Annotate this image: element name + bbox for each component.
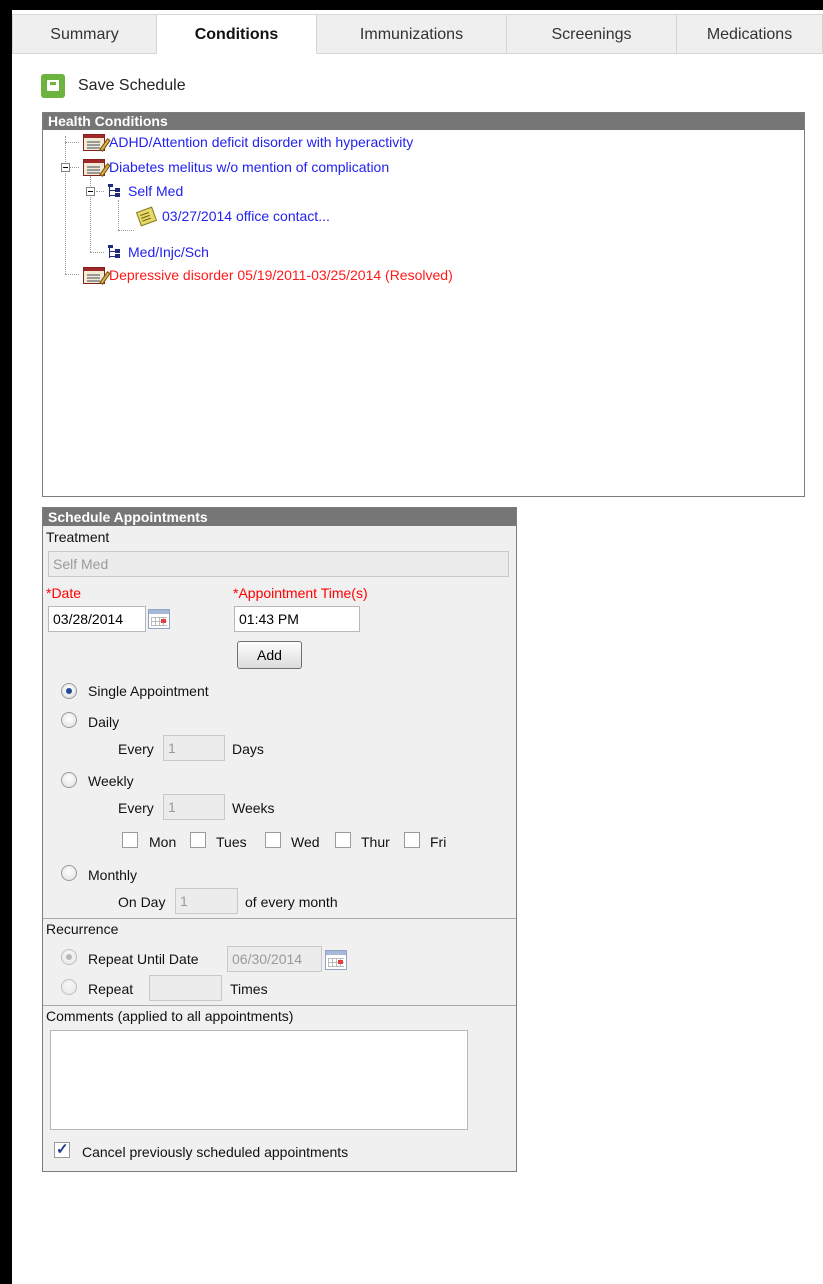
repeat-until-date-label: Repeat Until Date bbox=[88, 951, 199, 967]
weekday-checkbox-fri[interactable] bbox=[404, 832, 420, 848]
tree-node-label: Med/Injc/Sch bbox=[128, 244, 209, 260]
calendar-icon[interactable] bbox=[148, 609, 170, 629]
repeat-until-date-radio[interactable] bbox=[61, 949, 77, 965]
date-field[interactable] bbox=[48, 606, 146, 632]
tab-conditions[interactable]: Conditions bbox=[157, 14, 317, 54]
tree-node-label: Diabetes melitus w/o mention of complica… bbox=[109, 159, 390, 175]
times-label: Times bbox=[230, 981, 268, 997]
repeat-label: Repeat bbox=[88, 981, 134, 997]
tab-summary[interactable]: Summary bbox=[12, 14, 157, 54]
tab-medications[interactable]: Medications bbox=[677, 14, 823, 54]
tab-screenings[interactable]: Screenings bbox=[507, 14, 677, 54]
health-condition-icon bbox=[81, 157, 111, 177]
weekly-every-field[interactable] bbox=[163, 794, 225, 820]
calendar-icon[interactable] bbox=[325, 950, 347, 970]
health-conditions-header: Health Conditions bbox=[43, 113, 804, 130]
tree-node-label: 03/27/2014 office contact... bbox=[162, 208, 330, 224]
schedule-appointments-header: Schedule Appointments bbox=[43, 508, 516, 526]
health-conditions-panel: Health Conditions ADHD/Attention deficit… bbox=[42, 112, 805, 497]
save-icon bbox=[41, 74, 65, 98]
tree-node-office-contact[interactable]: 03/27/2014 office contact... bbox=[135, 206, 330, 227]
weekly-every-label: Every bbox=[118, 800, 154, 816]
recurrence-label: Recurrence bbox=[46, 921, 119, 937]
days-label: Days bbox=[232, 741, 264, 757]
tree-node-label: Depressive disorder 05/19/2011-03/25/201… bbox=[109, 267, 453, 283]
treatment-grid-icon bbox=[106, 183, 122, 199]
tab-bar: Summary Conditions Immunizations Screeni… bbox=[12, 14, 823, 56]
add-time-button[interactable]: Add bbox=[237, 641, 302, 669]
weeks-label: Weeks bbox=[232, 800, 275, 816]
daily-label: Daily bbox=[88, 714, 120, 730]
tree-node-label: Self Med bbox=[128, 183, 184, 199]
comments-label: Comments (applied to all appointments) bbox=[46, 1008, 294, 1024]
divider bbox=[43, 1005, 516, 1006]
weekday-label-tues: Tues bbox=[216, 834, 247, 850]
conditions-tree: ADHD/Attention deficit disorder with hyp… bbox=[43, 130, 804, 496]
tree-node-adhd[interactable]: ADHD/Attention deficit disorder with hyp… bbox=[81, 132, 413, 152]
single-appointment-label: Single Appointment bbox=[88, 683, 209, 699]
repeat-until-date-field[interactable] bbox=[227, 946, 322, 972]
weekday-label-wed: Wed bbox=[291, 834, 320, 850]
appointment-time-label: *Appointment Time(s) bbox=[233, 585, 368, 601]
monthly-radio[interactable] bbox=[61, 865, 77, 881]
health-condition-icon bbox=[81, 132, 111, 152]
on-day-label: On Day bbox=[118, 894, 166, 910]
tree-node-diabetes[interactable]: Diabetes melitus w/o mention of complica… bbox=[81, 157, 389, 177]
weekly-radio[interactable] bbox=[61, 772, 77, 788]
treatment-label: Treatment bbox=[46, 529, 110, 545]
of-every-month-label: of every month bbox=[245, 894, 338, 910]
appointment-time-field[interactable] bbox=[234, 606, 360, 632]
daily-every-label: Every bbox=[118, 741, 154, 757]
weekday-checkbox-mon[interactable] bbox=[122, 832, 138, 848]
repeat-times-radio[interactable] bbox=[61, 979, 77, 995]
single-appointment-radio[interactable] bbox=[61, 683, 77, 699]
tab-immunizations[interactable]: Immunizations bbox=[317, 14, 507, 54]
weekday-label-fri: Fri bbox=[430, 834, 447, 850]
treatment-field bbox=[48, 551, 509, 577]
cancel-previous-checkbox[interactable] bbox=[54, 1140, 70, 1158]
date-label: *Date bbox=[46, 585, 82, 601]
daily-every-field[interactable] bbox=[163, 735, 225, 761]
tree-node-med-injc-sch[interactable]: Med/Injc/Sch bbox=[106, 244, 209, 260]
weekday-label-thur: Thur bbox=[361, 834, 390, 850]
tree-node-self-med[interactable]: Self Med bbox=[106, 183, 183, 199]
collapse-toggle-self-med[interactable] bbox=[86, 187, 95, 196]
schedule-appointments-panel: Schedule Appointments Treatment *Date *A… bbox=[42, 507, 517, 1172]
page: Summary Conditions Immunizations Screeni… bbox=[12, 10, 823, 1284]
weekday-checkbox-tues[interactable] bbox=[190, 832, 206, 848]
monthly-day-field[interactable] bbox=[175, 888, 238, 914]
tree-node-label: ADHD/Attention deficit disorder with hyp… bbox=[109, 134, 414, 150]
save-schedule-button[interactable]: Save Schedule bbox=[41, 72, 186, 100]
weekday-checkbox-wed[interactable] bbox=[265, 832, 281, 848]
health-condition-icon bbox=[81, 265, 111, 285]
collapse-toggle-diabetes[interactable] bbox=[61, 163, 70, 172]
daily-radio[interactable] bbox=[61, 712, 77, 728]
note-icon bbox=[135, 206, 158, 227]
divider bbox=[43, 918, 516, 919]
comments-textarea[interactable] bbox=[50, 1030, 468, 1130]
save-schedule-label: Save Schedule bbox=[78, 77, 186, 94]
monthly-label: Monthly bbox=[88, 867, 138, 883]
weekday-checkbox-thur[interactable] bbox=[335, 832, 351, 848]
repeat-times-field[interactable] bbox=[149, 975, 222, 1001]
tree-node-depressive-disorder[interactable]: Depressive disorder 05/19/2011-03/25/201… bbox=[81, 265, 453, 285]
cancel-previous-label: Cancel previously scheduled appointments bbox=[82, 1144, 349, 1160]
weekly-label: Weekly bbox=[88, 773, 134, 789]
weekday-label-mon: Mon bbox=[149, 834, 177, 850]
treatment-grid-icon bbox=[106, 244, 122, 260]
